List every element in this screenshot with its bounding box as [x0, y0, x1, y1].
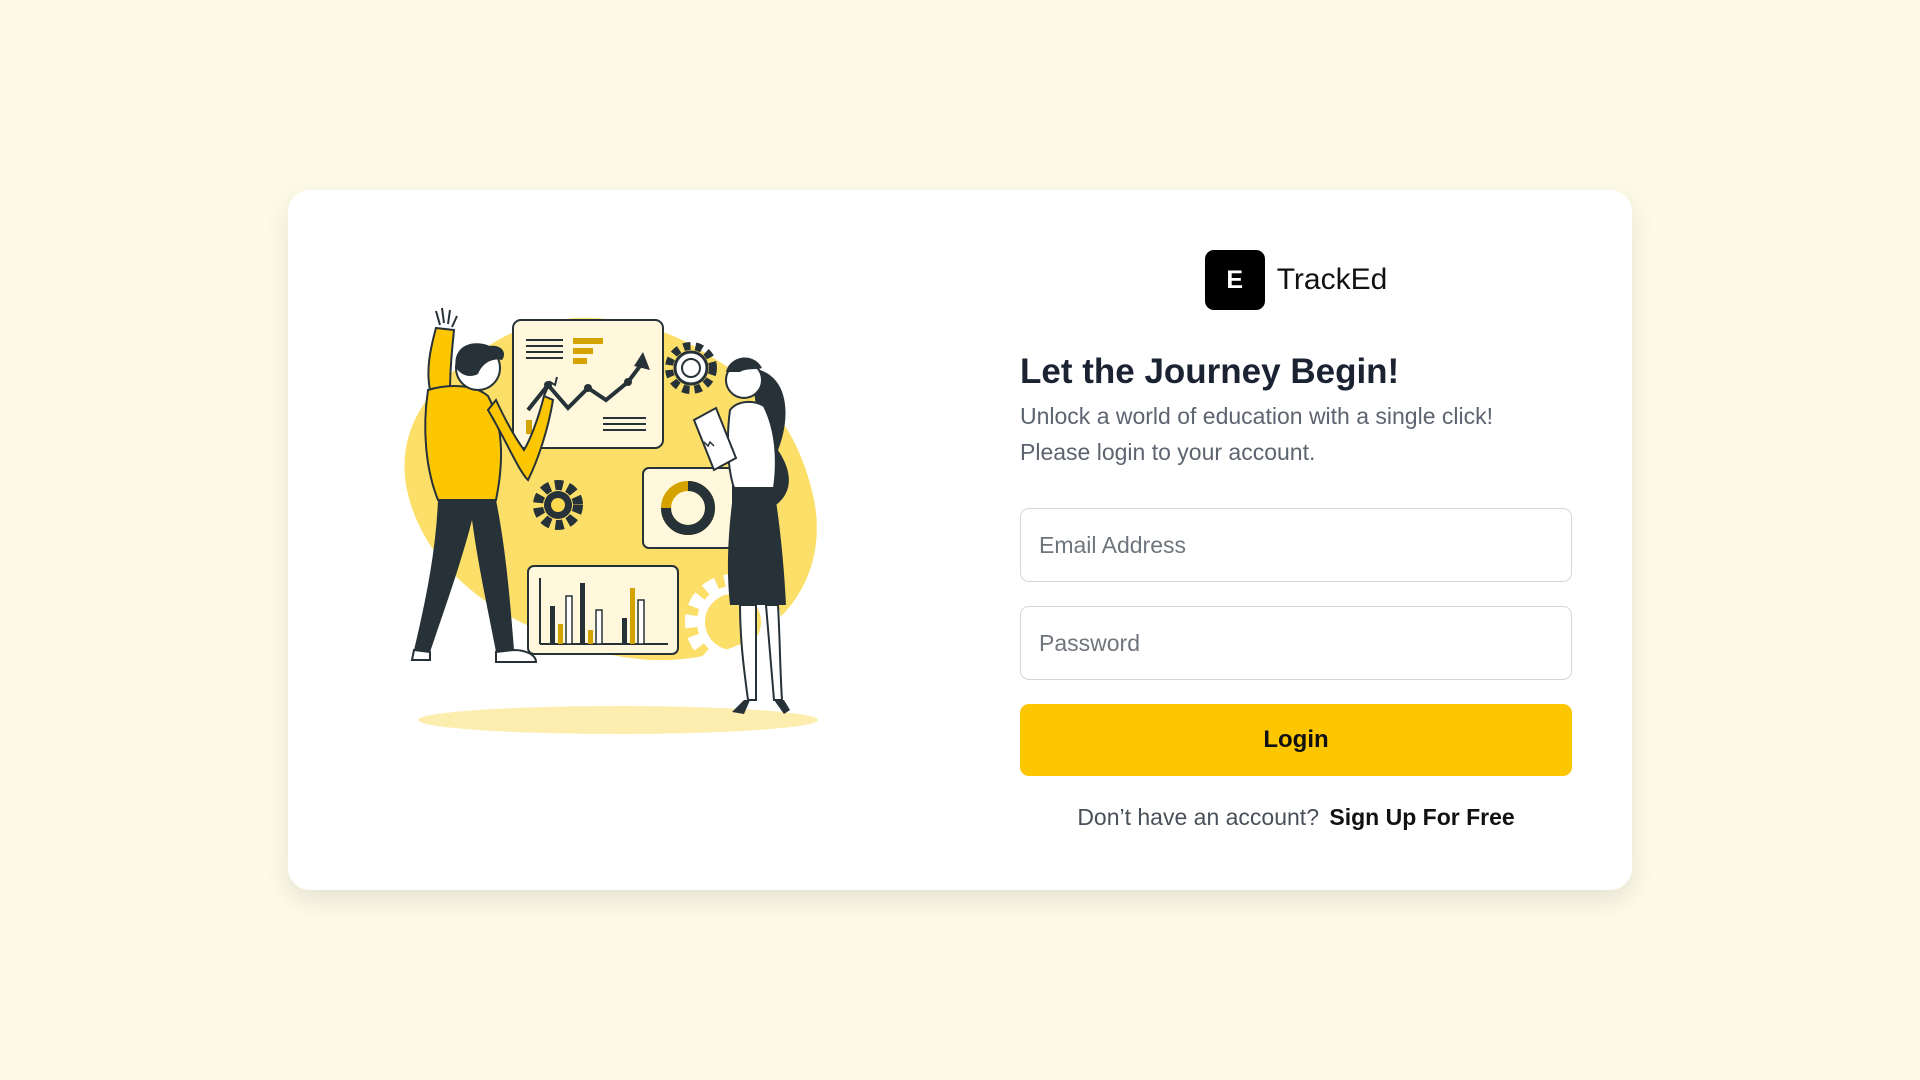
subtitle-line-1: Unlock a world of education with a singl…	[1020, 403, 1494, 429]
brand-name: TrackEd	[1276, 263, 1388, 296]
brand-logo: E	[1204, 250, 1265, 310]
login-card: E TrackEd Let the Journey Begin! Unlock …	[288, 190, 1632, 890]
page-subtitle: Unlock a world of education with a singl…	[1020, 398, 1572, 470]
password-field[interactable]	[1020, 606, 1572, 680]
login-form: E TrackEd Let the Journey Begin! Unlock …	[1020, 250, 1572, 831]
subtitle-line-2: Please login to your account.	[1020, 439, 1316, 465]
brand: E TrackEd	[1020, 250, 1572, 310]
email-field[interactable]	[1020, 508, 1572, 582]
page-title: Let the Journey Begin!	[1020, 352, 1400, 391]
analytics-illustration	[404, 307, 818, 734]
login-button[interactable]: Login	[1020, 704, 1572, 776]
signup-link[interactable]: Sign Up For Free	[1329, 804, 1514, 830]
signup-prompt-text: Don’t have an account?	[1077, 804, 1319, 830]
signup-prompt: Don’t have an account? Sign Up For Free	[1020, 804, 1572, 831]
